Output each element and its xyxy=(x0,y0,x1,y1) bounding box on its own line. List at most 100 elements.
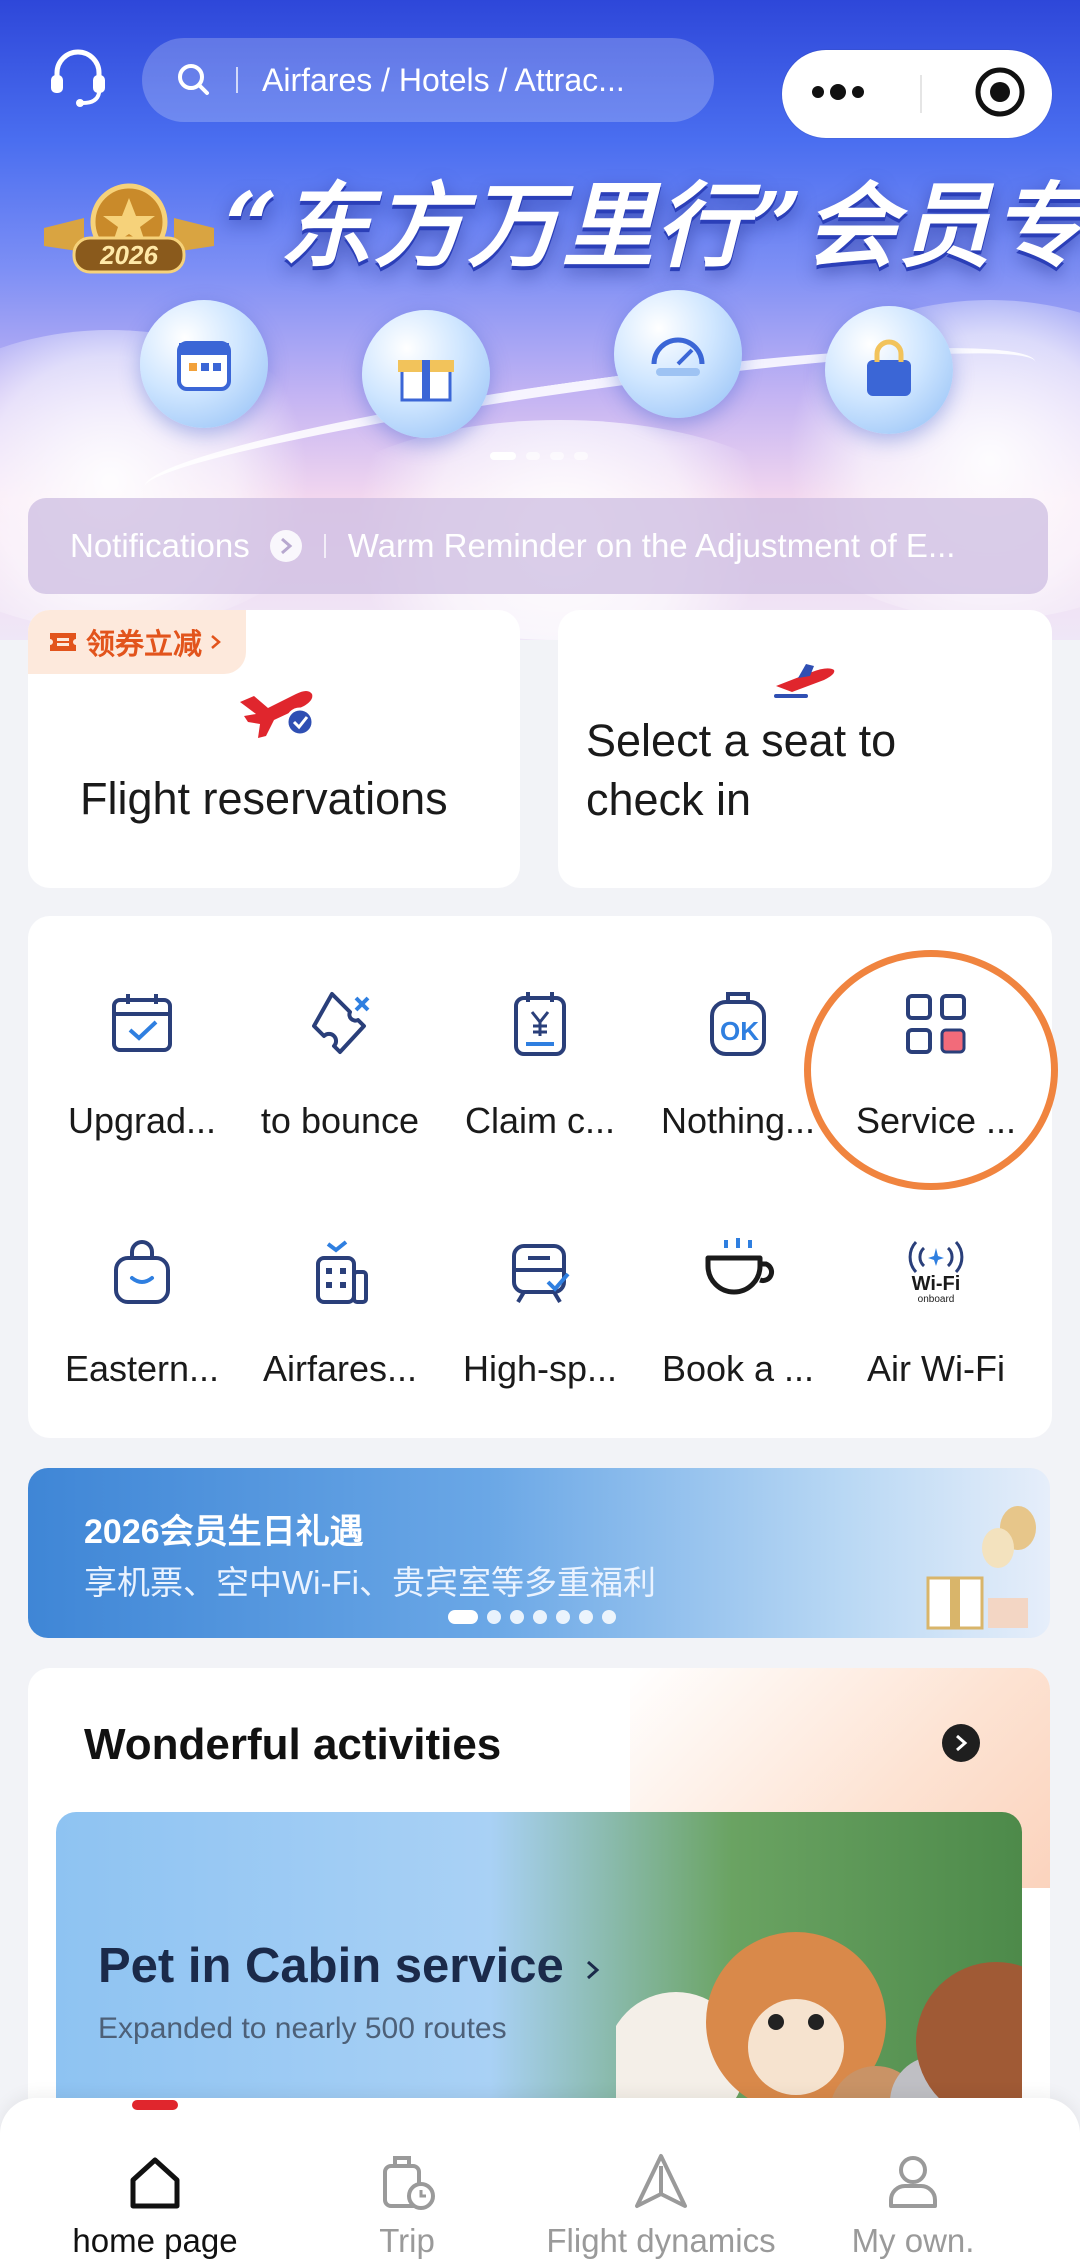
service-airfare-hotel[interactable]: Airfares... xyxy=(242,1234,438,1434)
service-label: to bounce xyxy=(260,1100,420,1141)
service-high-speed-rail[interactable]: High-sp... xyxy=(442,1234,638,1434)
seat-checkin-label: Select a seat to check in xyxy=(586,712,896,829)
service-claim[interactable]: Claim c... xyxy=(442,986,638,1186)
hero-carousel-dots xyxy=(490,452,588,460)
gift-balloons-icon xyxy=(926,1506,1036,1630)
tab-home[interactable]: home page xyxy=(20,2098,290,2261)
search-bar[interactable]: Airfares / Hotels / Attrac... xyxy=(142,38,714,122)
activities-title: Wonderful activities xyxy=(84,1720,502,1769)
pet-subtitle: Expanded to nearly 500 routes xyxy=(98,2012,507,2045)
search-placeholder: Airfares / Hotels / Attrac... xyxy=(262,61,625,98)
tab-flight-dynamics[interactable]: Flight dynamics xyxy=(526,2098,796,2261)
grid-apps-icon xyxy=(906,994,966,1054)
service-label: Service ... xyxy=(855,1100,1017,1141)
service-air-wifi[interactable]: Wi-Fi onboard Air Wi-Fi xyxy=(838,1234,1034,1434)
pet-title-text: Pet in Cabin service xyxy=(98,1939,564,1993)
wifi-onboard-icon: Wi-Fi onboard xyxy=(908,1240,964,1305)
plane-arrow-icon xyxy=(635,2154,687,2208)
pet-title: Pet in Cabin service xyxy=(98,1938,601,1994)
notification-label: Notifications xyxy=(70,527,250,564)
gift-icon xyxy=(398,360,454,402)
notification-separator xyxy=(323,534,326,558)
wifi-icon-subtext: onboard xyxy=(918,1294,955,1305)
service-label: Air Wi-Fi xyxy=(867,1348,1005,1389)
notification-bar[interactable]: Notifications Warm Reminder on the Adjus… xyxy=(28,498,1048,594)
hero-title: “东方万里行”会员专区 xyxy=(225,172,1080,280)
service-more[interactable]: Service ... xyxy=(838,986,1034,1186)
miniprogram-capsule xyxy=(782,50,1052,138)
close-target-icon xyxy=(975,67,1025,116)
tab-label: Trip xyxy=(379,2222,435,2259)
customer-service-button[interactable] xyxy=(40,38,116,114)
ticket-icon xyxy=(50,633,76,651)
promo-subtitle: 享机票、空中Wi-Fi、贵宾室等多重福利 xyxy=(84,1564,656,1601)
service-luggage[interactable]: OK Nothing... xyxy=(640,986,836,1186)
calendar-icon xyxy=(177,341,231,391)
more-dots-icon xyxy=(812,83,864,100)
airplane-icon xyxy=(774,664,835,698)
home-icon xyxy=(130,2157,180,2209)
airplane-check-icon xyxy=(240,691,315,738)
search-icon xyxy=(178,64,209,95)
birthday-promo-banner[interactable]: 2026会员生日礼遇 享机票、空中Wi-Fi、贵宾室等多重福利 xyxy=(28,1468,1050,1638)
badge-year-text: 2026 xyxy=(100,240,158,270)
search-separator xyxy=(236,67,238,93)
service-refund[interactable]: to bounce xyxy=(242,986,438,1186)
tab-label: Flight dynamics xyxy=(546,2222,776,2259)
seat-checkin-line1: Select a seat to xyxy=(586,715,897,766)
shopping-bubble xyxy=(825,306,953,434)
gauge-icon xyxy=(651,337,705,376)
activities-more-button[interactable] xyxy=(942,1724,980,1762)
service-lounge[interactable]: Book a ... xyxy=(640,1234,836,1434)
tab-my-own[interactable]: My own. xyxy=(778,2098,1048,2261)
airport-bubble xyxy=(614,290,742,418)
notification-message: Warm Reminder on the Adjustment of E... xyxy=(347,527,956,564)
hero-banner[interactable]: Airfares / Hotels / Attrac... 2026 “东方万里… xyxy=(0,0,1080,640)
coupon-label: 领券立减 xyxy=(86,629,203,661)
chevron-right-icon xyxy=(269,530,302,562)
headset-icon xyxy=(51,49,105,107)
more-button[interactable] xyxy=(808,82,868,107)
calendar-bubble xyxy=(140,300,268,428)
service-label: Nothing... xyxy=(660,1100,816,1141)
ticket-cancel-icon xyxy=(312,992,370,1054)
suitcase-clock-icon xyxy=(383,2156,435,2210)
coffee-cup-icon xyxy=(705,1238,775,1295)
chevron-right-icon xyxy=(956,1734,968,1752)
chevron-right-icon xyxy=(587,1960,600,1980)
train-check-icon xyxy=(512,1244,570,1304)
flight-reservations-label: Flight reservations xyxy=(80,773,448,824)
svg-text:OK: OK xyxy=(720,1016,759,1046)
service-label: Book a ... xyxy=(661,1348,815,1389)
close-miniprogram-button[interactable] xyxy=(974,66,1026,123)
tab-label: home page xyxy=(72,2222,238,2259)
activities-section: Wonderful activities Pet in Cabin servic… xyxy=(28,1668,1050,2148)
service-label: Airfares... xyxy=(262,1348,418,1389)
active-tab-indicator xyxy=(132,2100,178,2110)
service-label: Claim c... xyxy=(464,1100,615,1141)
tab-label: My own. xyxy=(851,2222,975,2259)
seat-checkin-line2: check in xyxy=(586,773,752,825)
coupon-tag[interactable]: 领券立减 xyxy=(28,610,246,674)
wifi-icon-text: Wi-Fi xyxy=(912,1273,961,1295)
capsule-divider xyxy=(920,75,922,113)
seat-checkin-card[interactable]: Select a seat to check in xyxy=(558,610,1052,888)
promo-title: 2026会员生日礼遇 xyxy=(84,1513,364,1551)
bottom-tab-bar: home page Trip Flight dynamics My own. xyxy=(0,2098,1080,2261)
gift-bubble xyxy=(362,310,490,438)
promo-carousel-dots xyxy=(448,1610,616,1624)
service-upgrade[interactable]: Upgrad... xyxy=(44,986,240,1186)
yen-receipt-icon xyxy=(514,992,566,1056)
service-label: Eastern... xyxy=(64,1348,220,1389)
service-eastern-shop[interactable]: Eastern... xyxy=(44,1234,240,1434)
year-badge: 2026 xyxy=(44,180,214,275)
service-label: High-sp... xyxy=(462,1348,618,1389)
luggage-ok-icon: OK xyxy=(710,992,766,1056)
tab-trip[interactable]: Trip xyxy=(272,2098,542,2261)
shopping-bag-icon xyxy=(114,1240,170,1304)
user-icon xyxy=(889,2156,937,2208)
service-label: Upgrad... xyxy=(67,1100,217,1141)
flight-reservations-card[interactable]: 领券立减 Flight reservations xyxy=(28,610,520,888)
chevron-right-icon xyxy=(211,635,221,649)
calendar-check-icon xyxy=(112,994,172,1052)
